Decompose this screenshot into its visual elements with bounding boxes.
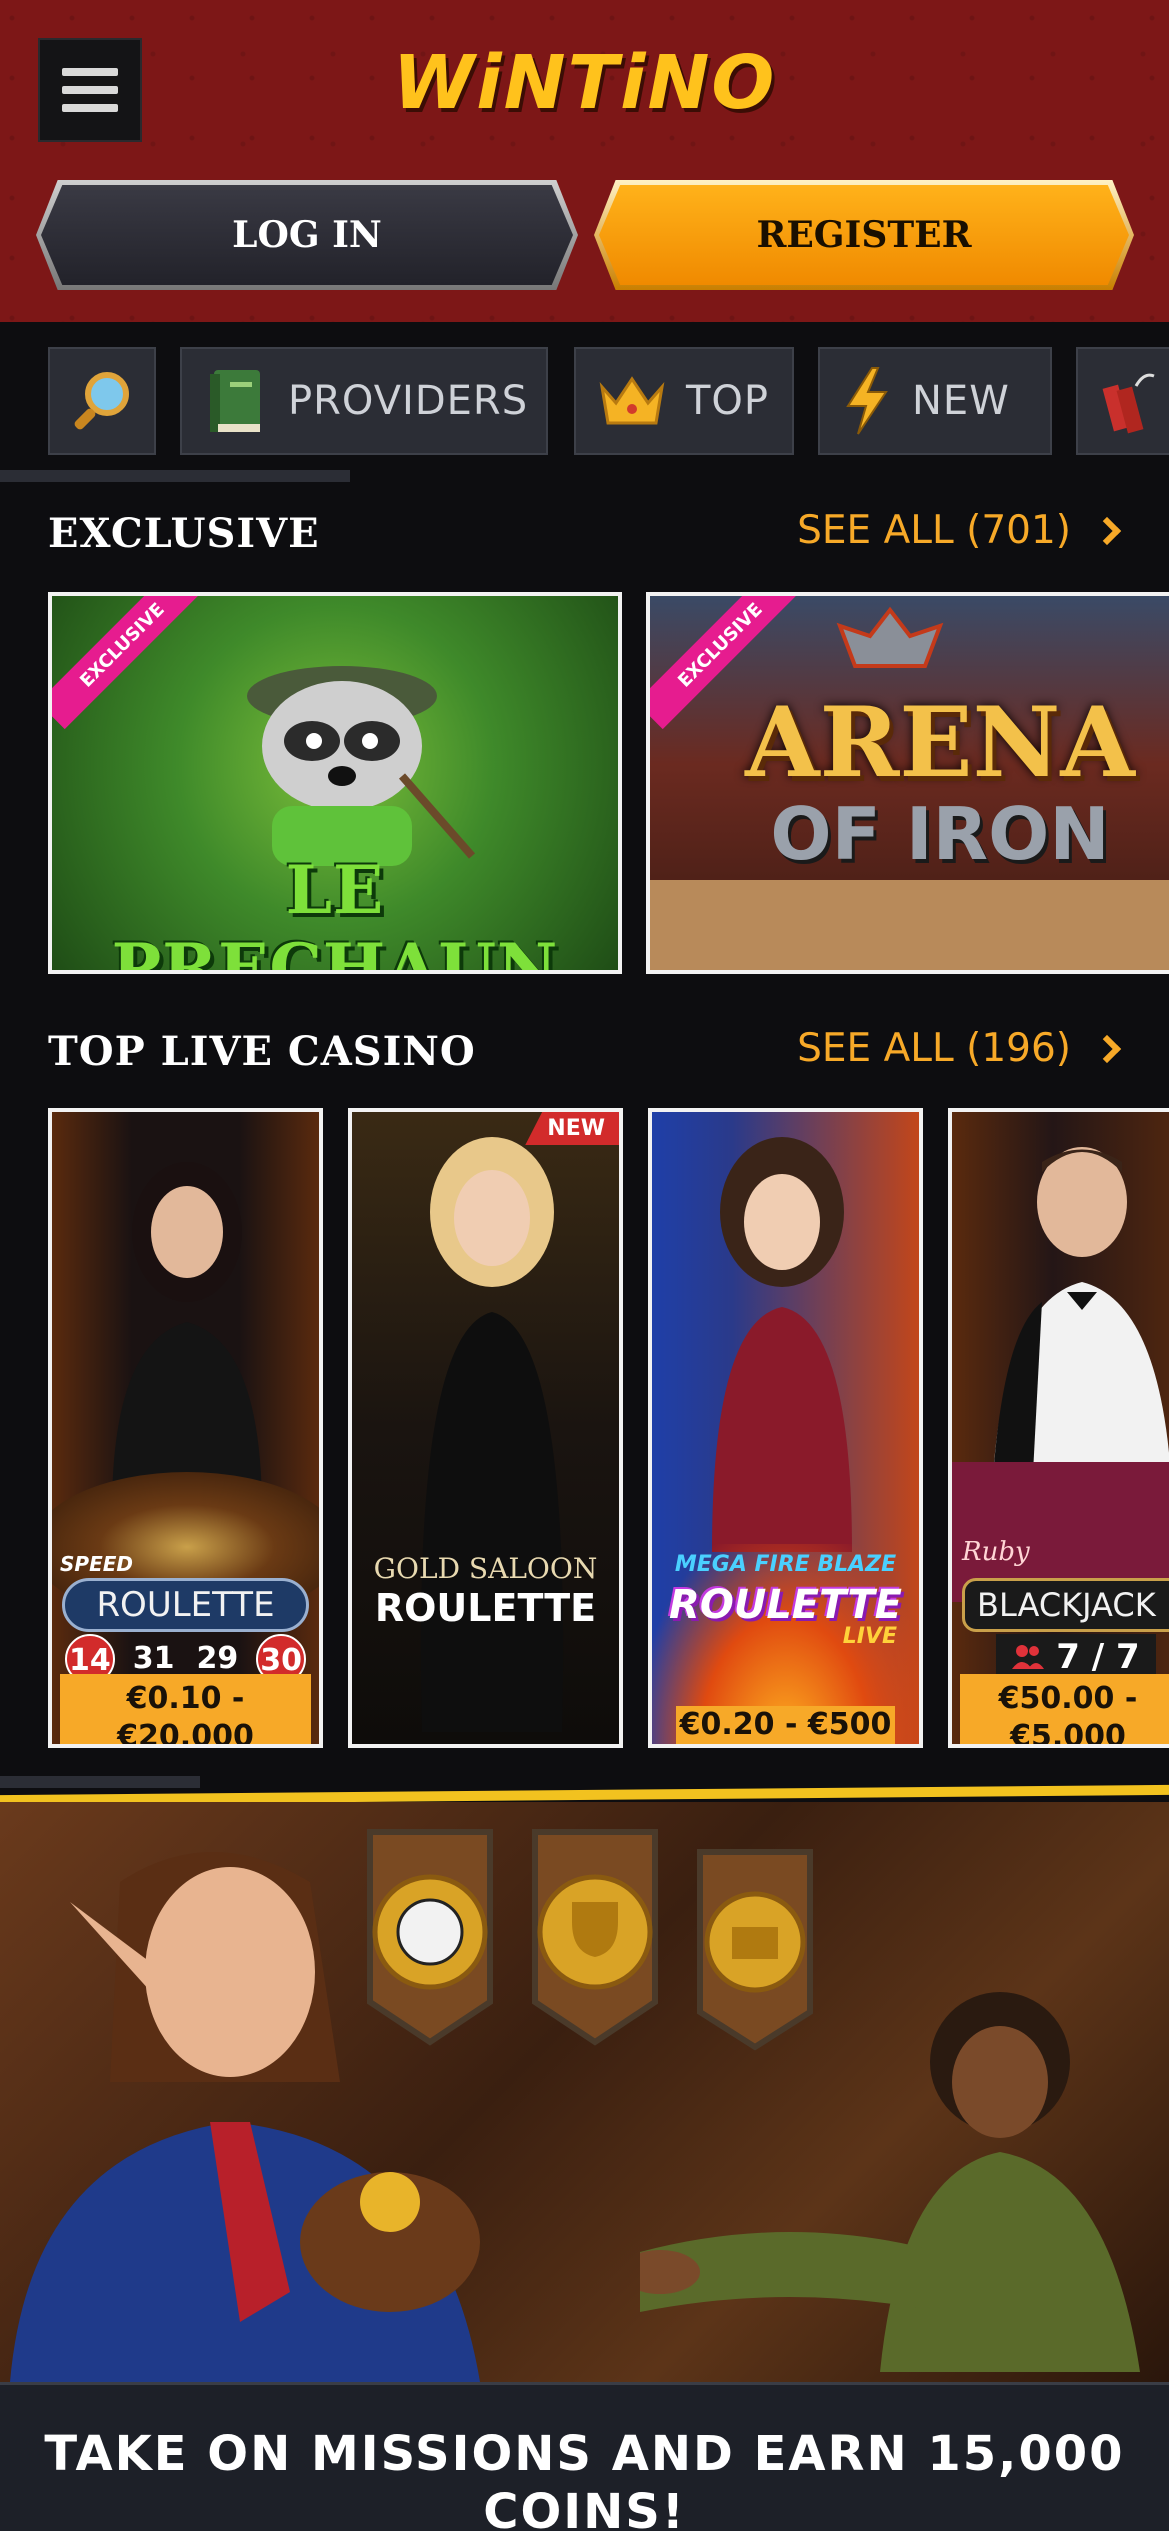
- game-subtitle: OF IRON: [770, 792, 1110, 876]
- dynamite-icon: [1102, 373, 1155, 434]
- arena-floor: [650, 880, 1169, 970]
- game-sub: LIVE: [842, 1624, 897, 1649]
- register-label: REGISTER: [756, 214, 972, 256]
- dealer-image: [712, 1137, 852, 1552]
- dealer-image: [112, 1162, 262, 1512]
- game-tile-le-prechaun[interactable]: LE PRECHAUN EXCLUSIVE: [48, 592, 622, 974]
- raccoon-character-image: [247, 666, 476, 866]
- see-all-live-casino[interactable]: SEE ALL (196): [797, 1026, 1122, 1071]
- game-title: LE PRECHAUN: [111, 851, 559, 974]
- register-button[interactable]: REGISTER: [594, 180, 1134, 290]
- crown-icon: [599, 376, 665, 425]
- live-tile-mega-fire-blaze-roulette[interactable]: MEGA FIRE BLAZE ROULETTE LIVE €0.20 - €5…: [648, 1108, 923, 1748]
- category-label: NEW: [912, 378, 1010, 424]
- live-tile-gold-saloon-roulette[interactable]: GOLD SALOON ROULETTE NEW: [348, 1108, 623, 1748]
- game-tag: MEGA FIRE BLAZE: [674, 1552, 897, 1577]
- book-icon: [210, 370, 260, 432]
- game-title: ROULETTE: [62, 1578, 309, 1632]
- missions-promo-banner[interactable]: [0, 1802, 1169, 2382]
- category-bar: PROVIDERS TOP NEW: [0, 322, 1169, 482]
- dealer-image: [420, 1137, 564, 1732]
- section-title-live-casino: TOP LIVE CASINO: [48, 1028, 476, 1075]
- game-title: ROULETTE: [374, 1586, 597, 1630]
- seat-count: 7 / 7: [1056, 1637, 1140, 1677]
- login-label: LOG IN: [232, 214, 382, 256]
- promo-caption-area: TAKE ON MISSIONS AND EARN 15,000 COINS!: [0, 2382, 1169, 2531]
- promo-headline: TAKE ON MISSIONS AND EARN 15,000 COINS!: [44, 2426, 1125, 2531]
- see-all-label: SEE ALL (701): [797, 508, 1071, 553]
- game-tag: GOLD SALOON: [373, 1552, 598, 1585]
- game-tag: SPEED: [60, 1552, 133, 1576]
- exclusive-badge: EXCLUSIVE: [52, 596, 207, 730]
- users-icon: [1012, 1645, 1045, 1669]
- category-more[interactable]: [1076, 347, 1169, 455]
- category-label: TOP: [686, 378, 770, 424]
- game-title: ROULETTE: [669, 1582, 902, 1628]
- new-badge: NEW: [525, 1112, 619, 1145]
- live-tile-speed-roulette[interactable]: SPEED ROULETTE 14 31 29 30 €0.10 - €20,0…: [48, 1108, 323, 1748]
- game-tile-arena-of-iron[interactable]: ARENA OF IRON EXCLUSIVE: [646, 592, 1169, 974]
- site-logo[interactable]: WiNTiNO: [0, 40, 1169, 126]
- price-range: €0.20 - €500: [676, 1706, 895, 1744]
- section-title-exclusive: EXCLUSIVE: [48, 510, 320, 557]
- game-tag: Ruby: [962, 1537, 1030, 1567]
- category-providers[interactable]: PROVIDERS: [180, 347, 548, 455]
- search-icon: [74, 372, 129, 430]
- elf-character-image: [10, 1852, 480, 2382]
- login-button[interactable]: LOG IN: [36, 180, 578, 290]
- chevron-right-icon: [1092, 1034, 1122, 1063]
- header: WiNTiNO LOG IN REGISTER: [0, 0, 1169, 322]
- dealer-image: [992, 1147, 1169, 1492]
- helmet-emblem-image: [836, 606, 944, 668]
- gentleman-character-image: [640, 1992, 1140, 2372]
- chevron-right-icon: [1092, 516, 1122, 545]
- price-range: €0.10 - €20,000: [60, 1674, 311, 1744]
- category-search[interactable]: [48, 347, 156, 455]
- live-tile-ruby-blackjack[interactable]: Ruby BLACKJACK 7 / 7 €50.00 - €5,000: [948, 1108, 1169, 1748]
- game-title: ARENA: [745, 686, 1135, 799]
- lightning-icon: [846, 367, 888, 435]
- category-label: PROVIDERS: [288, 378, 529, 424]
- price-range: €50.00 - €5,000: [960, 1674, 1169, 1744]
- decorative-strip: [0, 1776, 200, 1788]
- category-top[interactable]: TOP: [574, 347, 794, 455]
- category-new[interactable]: NEW: [818, 347, 1052, 455]
- decorative-strip: [150, 470, 350, 482]
- game-title: BLACKJACK: [962, 1578, 1169, 1632]
- see-all-exclusive[interactable]: SEE ALL (701): [797, 508, 1122, 553]
- see-all-label: SEE ALL (196): [797, 1026, 1071, 1071]
